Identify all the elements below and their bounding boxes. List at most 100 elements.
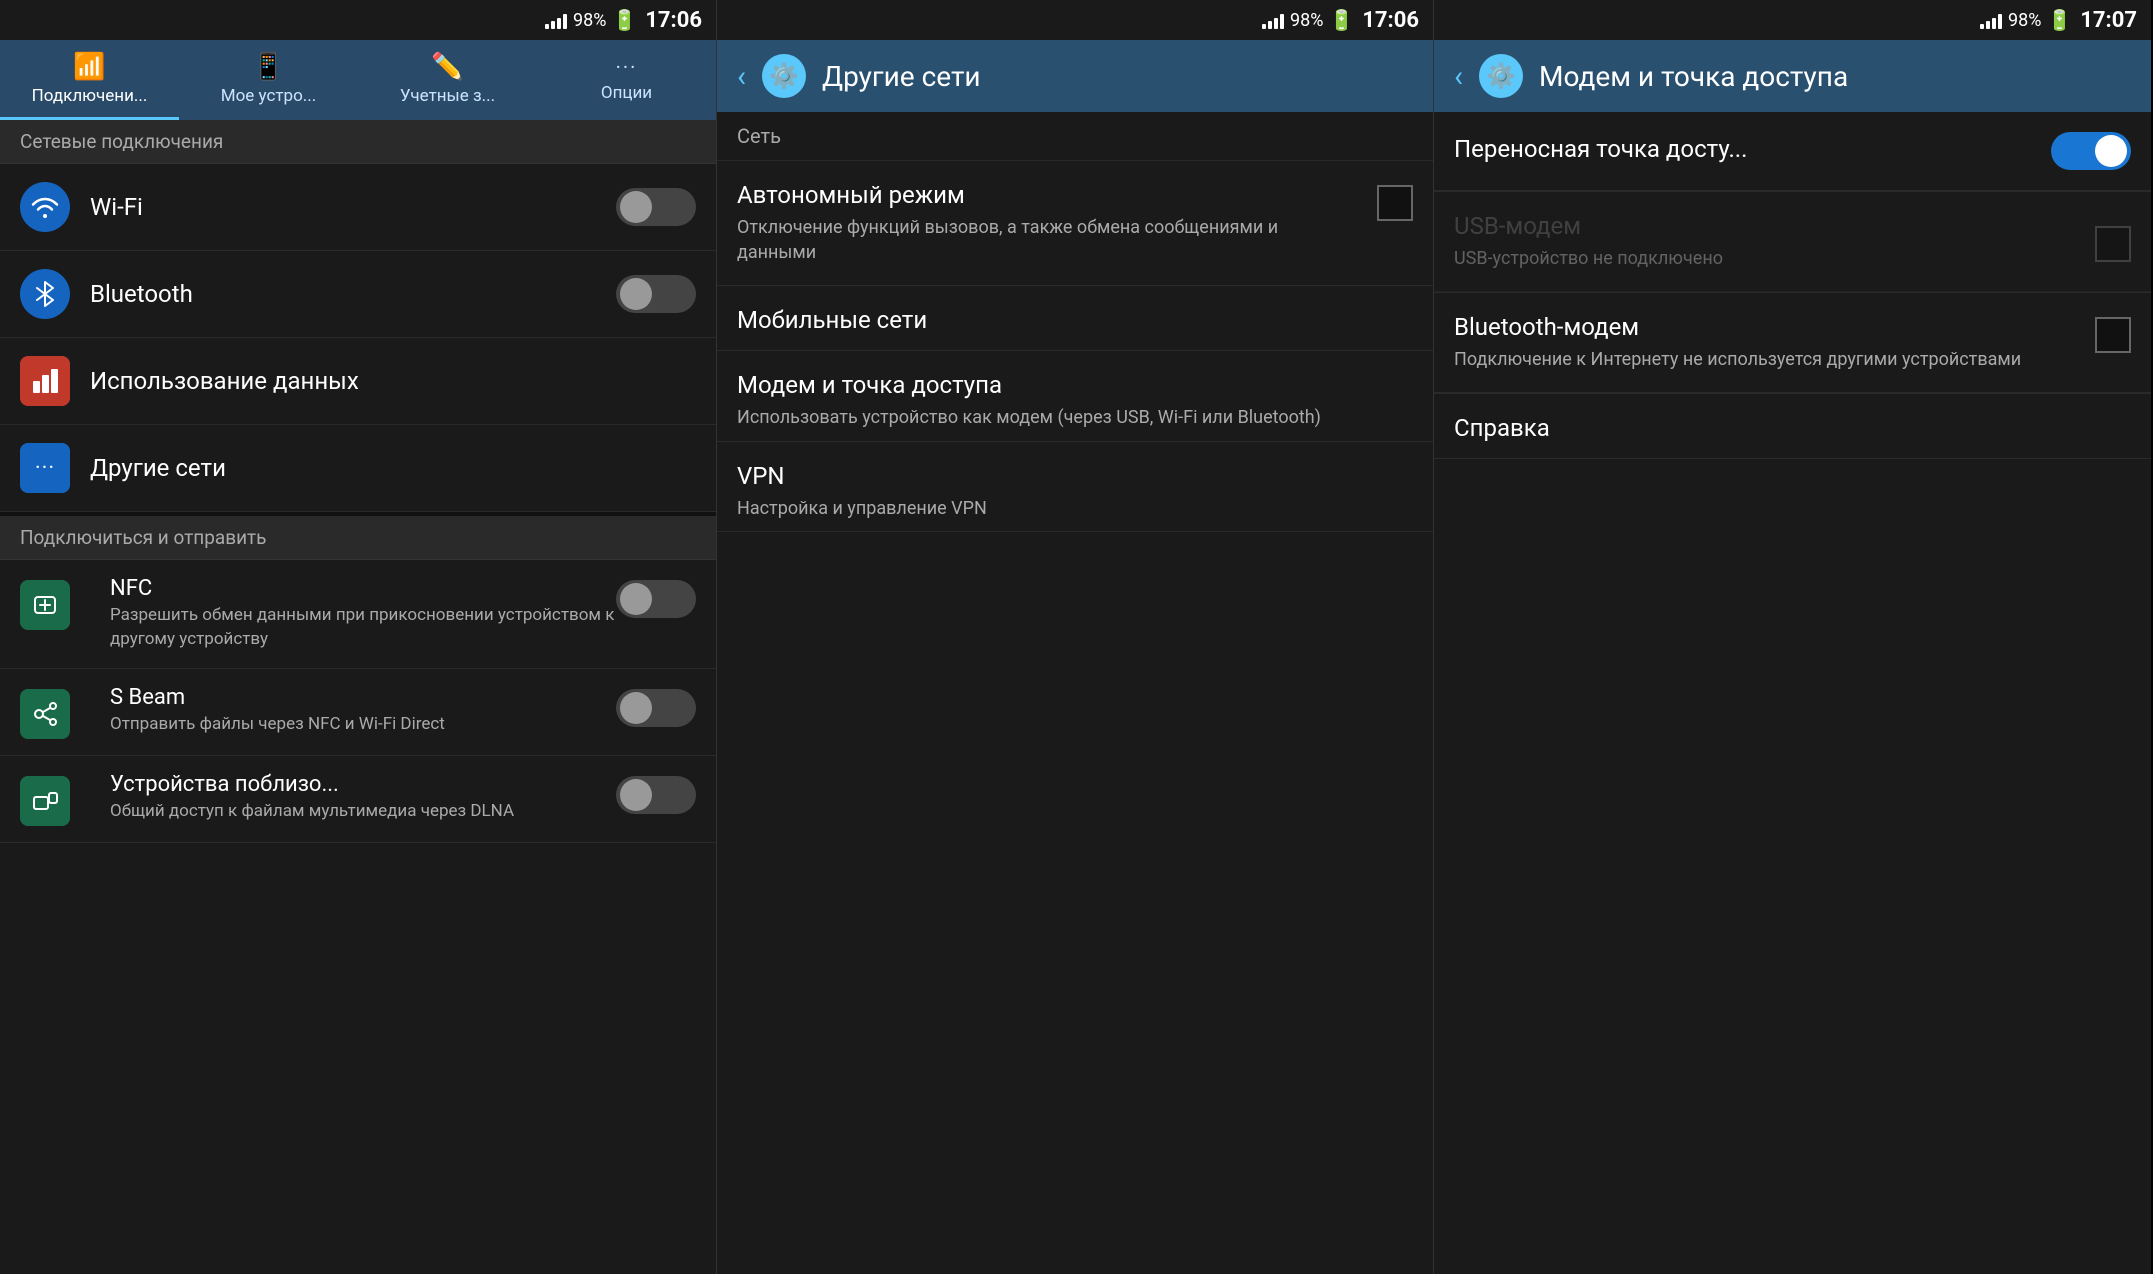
wifi-title: Wi-Fi bbox=[90, 193, 616, 221]
tab-accounts-label: Учетные з... bbox=[400, 86, 495, 106]
battery-percent-2: 98% bbox=[1290, 10, 1323, 31]
portable-hotspot-title: Переносная точка досту... bbox=[1454, 135, 2051, 163]
tab-options-label: Опции bbox=[601, 83, 652, 103]
panel-other-networks: 98% 🔋 17:06 ‹ ⚙️ Другие сети Сеть Автоно… bbox=[717, 0, 1434, 1274]
connect-section-header: Подключиться и отправить bbox=[0, 512, 716, 560]
nfc-title: NFC bbox=[110, 576, 616, 601]
data-usage-icon bbox=[20, 356, 70, 406]
bluetooth-toggle-knob bbox=[620, 278, 652, 310]
portable-hotspot-toggle[interactable] bbox=[2051, 132, 2131, 170]
bluetooth-modem-subtitle: Подключение к Интернету не используется … bbox=[1454, 347, 2079, 372]
bluetooth-toggle[interactable] bbox=[616, 275, 696, 313]
other-networks-icon: ··· bbox=[20, 443, 70, 493]
vpn-subtitle: Настройка и управление VPN bbox=[737, 496, 1413, 521]
bluetooth-title: Bluetooth bbox=[90, 280, 616, 308]
sbeam-icon bbox=[20, 689, 70, 739]
vpn-item[interactable]: VPN Настройка и управление VPN bbox=[717, 442, 1433, 532]
panel3-header: ‹ ⚙️ Модем и точка доступа bbox=[1434, 40, 2151, 112]
portable-hotspot-toggle-knob bbox=[2095, 135, 2127, 167]
nearby-toggle-knob bbox=[620, 779, 652, 811]
help-title: Справка bbox=[1454, 414, 2131, 442]
panel2-header-icon: ⚙️ bbox=[762, 54, 806, 98]
nfc-item[interactable]: NFC Разрешить обмен данными при прикосно… bbox=[0, 560, 716, 669]
autonomous-mode-checkbox[interactable] bbox=[1377, 185, 1413, 221]
status-time-3: 17:07 bbox=[2080, 8, 2137, 33]
bluetooth-modem-title: Bluetooth-модем bbox=[1454, 313, 2079, 341]
portable-hotspot-item[interactable]: Переносная точка досту... bbox=[1434, 112, 2151, 191]
other-networks-title: Другие сети bbox=[90, 454, 696, 482]
usb-modem-checkbox[interactable] bbox=[2095, 226, 2131, 262]
tab-mydevice-icon: 📱 bbox=[252, 52, 284, 82]
nearby-title: Устройства поблизо... bbox=[110, 772, 616, 797]
sbeam-subtitle: Отправить файлы через NFC и Wi-Fi Direct bbox=[110, 713, 616, 737]
wifi-text: Wi-Fi bbox=[90, 193, 616, 221]
nfc-subtitle: Разрешить обмен данными при прикосновени… bbox=[110, 604, 616, 652]
nearby-toggle[interactable] bbox=[616, 776, 696, 814]
sbeam-toggle[interactable] bbox=[616, 689, 696, 727]
tab-my-device[interactable]: 📱 Мое устро... bbox=[179, 40, 358, 120]
signal-icon-3 bbox=[1980, 11, 2002, 29]
status-bar-3: 98% 🔋 17:07 bbox=[1434, 0, 2151, 40]
sbeam-text: S Beam Отправить файлы через NFC и Wi-Fi… bbox=[110, 685, 616, 737]
usb-modem-title: USB-модем bbox=[1454, 212, 2079, 240]
status-icons-2: 98% 🔋 bbox=[1262, 8, 1354, 32]
status-bar-1: 98% 🔋 17:06 bbox=[0, 0, 716, 40]
network-section-header: Сетевые подключения bbox=[0, 120, 716, 164]
tab-connections[interactable]: 📶 Подключени... bbox=[0, 40, 179, 120]
mobile-networks-item[interactable]: Мобильные сети bbox=[717, 286, 1433, 351]
status-bar-2: 98% 🔋 17:06 bbox=[717, 0, 1433, 40]
bluetooth-modem-item[interactable]: Bluetooth-модем Подключение к Интернету … bbox=[1434, 293, 2151, 393]
sbeam-toggle-knob bbox=[620, 692, 652, 724]
modem-hotspot-title: Модем и точка доступа bbox=[737, 371, 1413, 399]
other-networks-item[interactable]: ··· Другие сети bbox=[0, 425, 716, 512]
sbeam-item[interactable]: S Beam Отправить файлы через NFC и Wi-Fi… bbox=[0, 669, 716, 756]
data-usage-item[interactable]: Использование данных bbox=[0, 338, 716, 425]
wifi-toggle[interactable] bbox=[616, 188, 696, 226]
usb-modem-text: USB-модем USB-устройство не подключено bbox=[1454, 212, 2079, 271]
battery-icon-2: 🔋 bbox=[1329, 8, 1354, 32]
autonomous-mode-item[interactable]: Автономный режим Отключение функций вызо… bbox=[717, 161, 1433, 286]
data-usage-text: Использование данных bbox=[90, 367, 696, 395]
nearby-icon bbox=[20, 776, 70, 826]
nearby-subtitle: Общий доступ к файлам мультимедиа через … bbox=[110, 800, 616, 824]
signal-icon-2 bbox=[1262, 11, 1284, 29]
tab-bar: 📶 Подключени... 📱 Мое устро... ✏️ Учетны… bbox=[0, 40, 716, 120]
status-icons-1: 98% 🔋 bbox=[545, 8, 637, 32]
tab-options[interactable]: ··· Опции bbox=[537, 40, 716, 120]
autonomous-mode-subtitle: Отключение функций вызовов, а также обме… bbox=[737, 215, 1361, 265]
modem-hotspot-item[interactable]: Модем и точка доступа Использовать устро… bbox=[717, 351, 1433, 441]
nfc-toggle[interactable] bbox=[616, 580, 696, 618]
help-item[interactable]: Справка bbox=[1434, 394, 2151, 459]
panel2-back-button[interactable]: ‹ bbox=[737, 59, 746, 94]
sbeam-title: S Beam bbox=[110, 685, 616, 710]
nearby-item[interactable]: Устройства поблизо... Общий доступ к фай… bbox=[0, 756, 716, 843]
signal-icon bbox=[545, 11, 567, 29]
bluetooth-text: Bluetooth bbox=[90, 280, 616, 308]
wifi-toggle-knob bbox=[620, 191, 652, 223]
other-networks-text: Другие сети bbox=[90, 454, 696, 482]
panel2-header: ‹ ⚙️ Другие сети bbox=[717, 40, 1433, 112]
panel3-back-button[interactable]: ‹ bbox=[1454, 59, 1463, 94]
modem-hotspot-subtitle: Использовать устройство как модем (через… bbox=[737, 405, 1413, 430]
portable-hotspot-text: Переносная точка досту... bbox=[1454, 135, 2051, 167]
autonomous-mode-title: Автономный режим bbox=[737, 181, 1361, 209]
bluetooth-item[interactable]: Bluetooth bbox=[0, 251, 716, 338]
usb-modem-subtitle: USB-устройство не подключено bbox=[1454, 246, 2079, 271]
bluetooth-modem-text: Bluetooth-модем Подключение к Интернету … bbox=[1454, 313, 2079, 372]
panel3-header-title: Модем и точка доступа bbox=[1539, 60, 1848, 93]
panel3-header-icon: ⚙️ bbox=[1479, 54, 1523, 98]
status-time-2: 17:06 bbox=[1362, 8, 1419, 33]
tab-accounts-icon: ✏️ bbox=[431, 52, 463, 82]
wifi-item[interactable]: Wi-Fi bbox=[0, 164, 716, 251]
autonomous-mode-text: Автономный режим Отключение функций вызо… bbox=[737, 181, 1361, 265]
nearby-text: Устройства поблизо... Общий доступ к фай… bbox=[110, 772, 616, 824]
wifi-icon bbox=[20, 182, 70, 232]
panel2-section-label: Сеть bbox=[717, 112, 1433, 161]
tab-options-icon: ··· bbox=[616, 55, 638, 79]
usb-modem-item[interactable]: USB-модем USB-устройство не подключено bbox=[1434, 192, 2151, 292]
battery-icon-1: 🔋 bbox=[612, 8, 637, 32]
bluetooth-modem-checkbox[interactable] bbox=[2095, 317, 2131, 353]
data-usage-title: Использование данных bbox=[90, 367, 696, 395]
tab-connections-label: Подключени... bbox=[32, 86, 148, 106]
tab-accounts[interactable]: ✏️ Учетные з... bbox=[358, 40, 537, 120]
